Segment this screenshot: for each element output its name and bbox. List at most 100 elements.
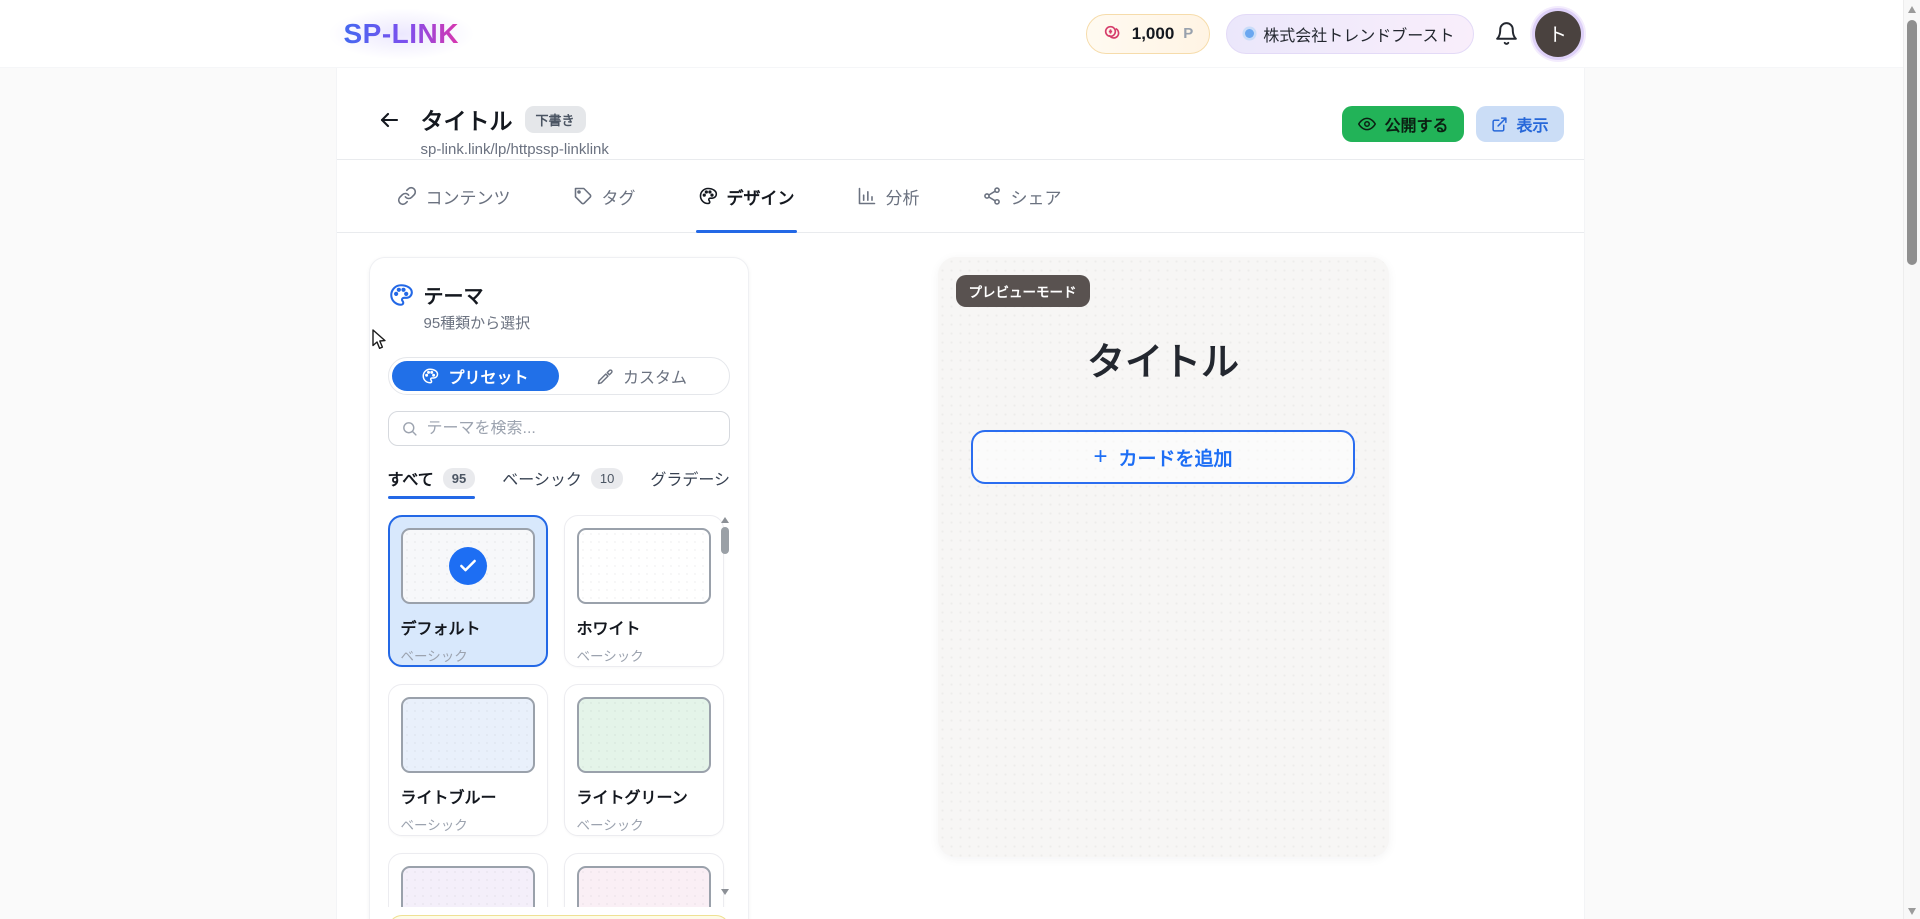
page-scrollbar[interactable] (1903, 0, 1920, 919)
custom-tab[interactable]: カスタム (559, 361, 726, 391)
bell-icon (1494, 21, 1519, 46)
filter-count: 10 (591, 468, 623, 489)
avatar-initial: ト (1548, 20, 1567, 47)
tab-bar: コンテンツ タグ デザイン (337, 160, 1584, 233)
add-card-button[interactable]: + カードを追加 (971, 430, 1355, 484)
theme-swatch (401, 697, 535, 773)
theme-category: ベーシック (401, 814, 535, 834)
scrollbar-thumb[interactable] (1907, 20, 1917, 265)
theme-category: ベーシック (401, 645, 535, 665)
link-icon (397, 186, 417, 206)
filter-basic[interactable]: ベーシック 10 (502, 466, 623, 499)
filter-tabs: すべて 95 ベーシック 10 グラデーション (388, 466, 730, 499)
tab-label: デザイン (727, 184, 795, 209)
theme-name: デフォルト (401, 615, 535, 639)
theme-card-white[interactable]: ホワイト ベーシック (564, 515, 724, 667)
company-name: 株式会社トレンドブースト (1263, 22, 1454, 46)
search-icon (401, 420, 418, 437)
preset-label: プリセット (448, 364, 528, 388)
theme-card-lightblue[interactable]: ライトブルー ベーシック (388, 684, 548, 836)
theme-search-input[interactable] (427, 420, 717, 438)
back-button[interactable] (373, 104, 405, 136)
theme-swatch (401, 528, 535, 604)
theme-name: ライトブルー (401, 784, 535, 808)
preview-mode-badge: プレビューモード (956, 275, 1090, 307)
publish-button[interactable]: 公開する (1342, 106, 1464, 142)
share-icon (982, 186, 1002, 206)
points-badge[interactable]: 1,000 P (1086, 14, 1211, 54)
status-dot (1245, 29, 1254, 38)
tab-label: シェア (1011, 184, 1062, 209)
app-logo[interactable]: SP-LINK (344, 18, 460, 50)
theme-search (388, 411, 730, 446)
theme-swatch (577, 697, 711, 773)
tab-analytics[interactable]: 分析 (857, 160, 920, 232)
panel-subtitle: 95種類から選択 (424, 312, 531, 333)
plus-icon: + (1093, 445, 1107, 469)
notice-banner (388, 915, 730, 919)
add-card-label: カードを追加 (1119, 444, 1233, 471)
page-url: sp-link.link/lp/httpssp-linklink (421, 141, 609, 158)
filter-gradation[interactable]: グラデーション (650, 466, 729, 499)
avatar[interactable]: ト (1535, 11, 1581, 57)
theme-swatch (577, 528, 711, 604)
page-title: タイトル (421, 102, 513, 136)
filter-count: 95 (443, 468, 475, 489)
filter-label: グラデーション (650, 466, 729, 490)
filter-all[interactable]: すべて 95 (388, 466, 476, 499)
preview-panel: プレビューモード タイトル + カードを追加 (938, 257, 1389, 857)
eyedropper-icon (597, 368, 614, 385)
notifications-button[interactable] (1494, 21, 1519, 46)
tab-share[interactable]: シェア (982, 160, 1062, 232)
coins-icon (1103, 24, 1123, 44)
theme-category: ベーシック (577, 814, 711, 834)
palette-icon (421, 367, 439, 385)
tab-label: 分析 (886, 184, 920, 209)
tab-design[interactable]: デザイン (698, 160, 795, 232)
filter-label: すべて (388, 466, 434, 490)
arrow-left-icon (377, 108, 401, 132)
tab-tags[interactable]: タグ (573, 160, 636, 232)
tab-label: タグ (602, 184, 636, 209)
preset-tab[interactable]: プリセット (392, 361, 559, 391)
scroll-down-arrow[interactable] (721, 889, 729, 895)
page-header: タイトル 下書き sp-link.link/lp/httpssp-linklin… (337, 68, 1584, 160)
points-value: 1,000 (1132, 24, 1175, 44)
check-icon (449, 547, 487, 585)
theme-card[interactable] (388, 853, 548, 907)
scroll-up-arrow[interactable] (721, 517, 729, 523)
bar-chart-icon (857, 186, 877, 206)
scroll-up-arrow[interactable] (1908, 6, 1916, 13)
theme-card-default[interactable]: デフォルト ベーシック (388, 515, 548, 667)
mode-toggle: プリセット カスタム (388, 357, 730, 395)
scrollbar-thumb[interactable] (721, 527, 729, 554)
view-label: 表示 (1516, 112, 1548, 136)
tag-icon (573, 186, 593, 206)
theme-panel: テーマ 95種類から選択 プリセット (369, 257, 749, 919)
theme-card-lightgreen[interactable]: ライトグリーン ベーシック (564, 684, 724, 836)
panel-scrollbar[interactable] (720, 515, 730, 895)
theme-category: ベーシック (577, 645, 711, 665)
points-unit: P (1183, 25, 1193, 42)
filter-label: ベーシック (502, 466, 582, 490)
publish-label: 公開する (1384, 112, 1448, 136)
view-button[interactable]: 表示 (1476, 106, 1563, 142)
tab-contents[interactable]: コンテンツ (397, 160, 511, 232)
theme-name: ライトグリーン (577, 784, 711, 808)
tab-label: コンテンツ (426, 184, 511, 209)
app-header: SP-LINK 1,000 P 株式会社トレンドブースト (0, 0, 1920, 68)
panel-title: テーマ (424, 280, 531, 309)
external-link-icon (1491, 116, 1508, 133)
preview-title: タイトル (956, 331, 1371, 386)
custom-label: カスタム (623, 364, 687, 388)
scroll-down-arrow[interactable] (1908, 908, 1916, 915)
theme-swatch (401, 866, 535, 907)
eye-icon (1358, 115, 1376, 133)
status-badge: 下書き (525, 106, 586, 133)
palette-icon (698, 186, 718, 206)
palette-icon (388, 282, 414, 333)
main-content: タイトル 下書き sp-link.link/lp/httpssp-linklin… (336, 68, 1585, 919)
theme-grid-scroll-area: デフォルト ベーシック ホワイト ベーシック ライトブルー ベーシック (388, 515, 730, 907)
company-badge[interactable]: 株式会社トレンドブースト (1226, 14, 1473, 54)
theme-card[interactable] (564, 853, 724, 907)
